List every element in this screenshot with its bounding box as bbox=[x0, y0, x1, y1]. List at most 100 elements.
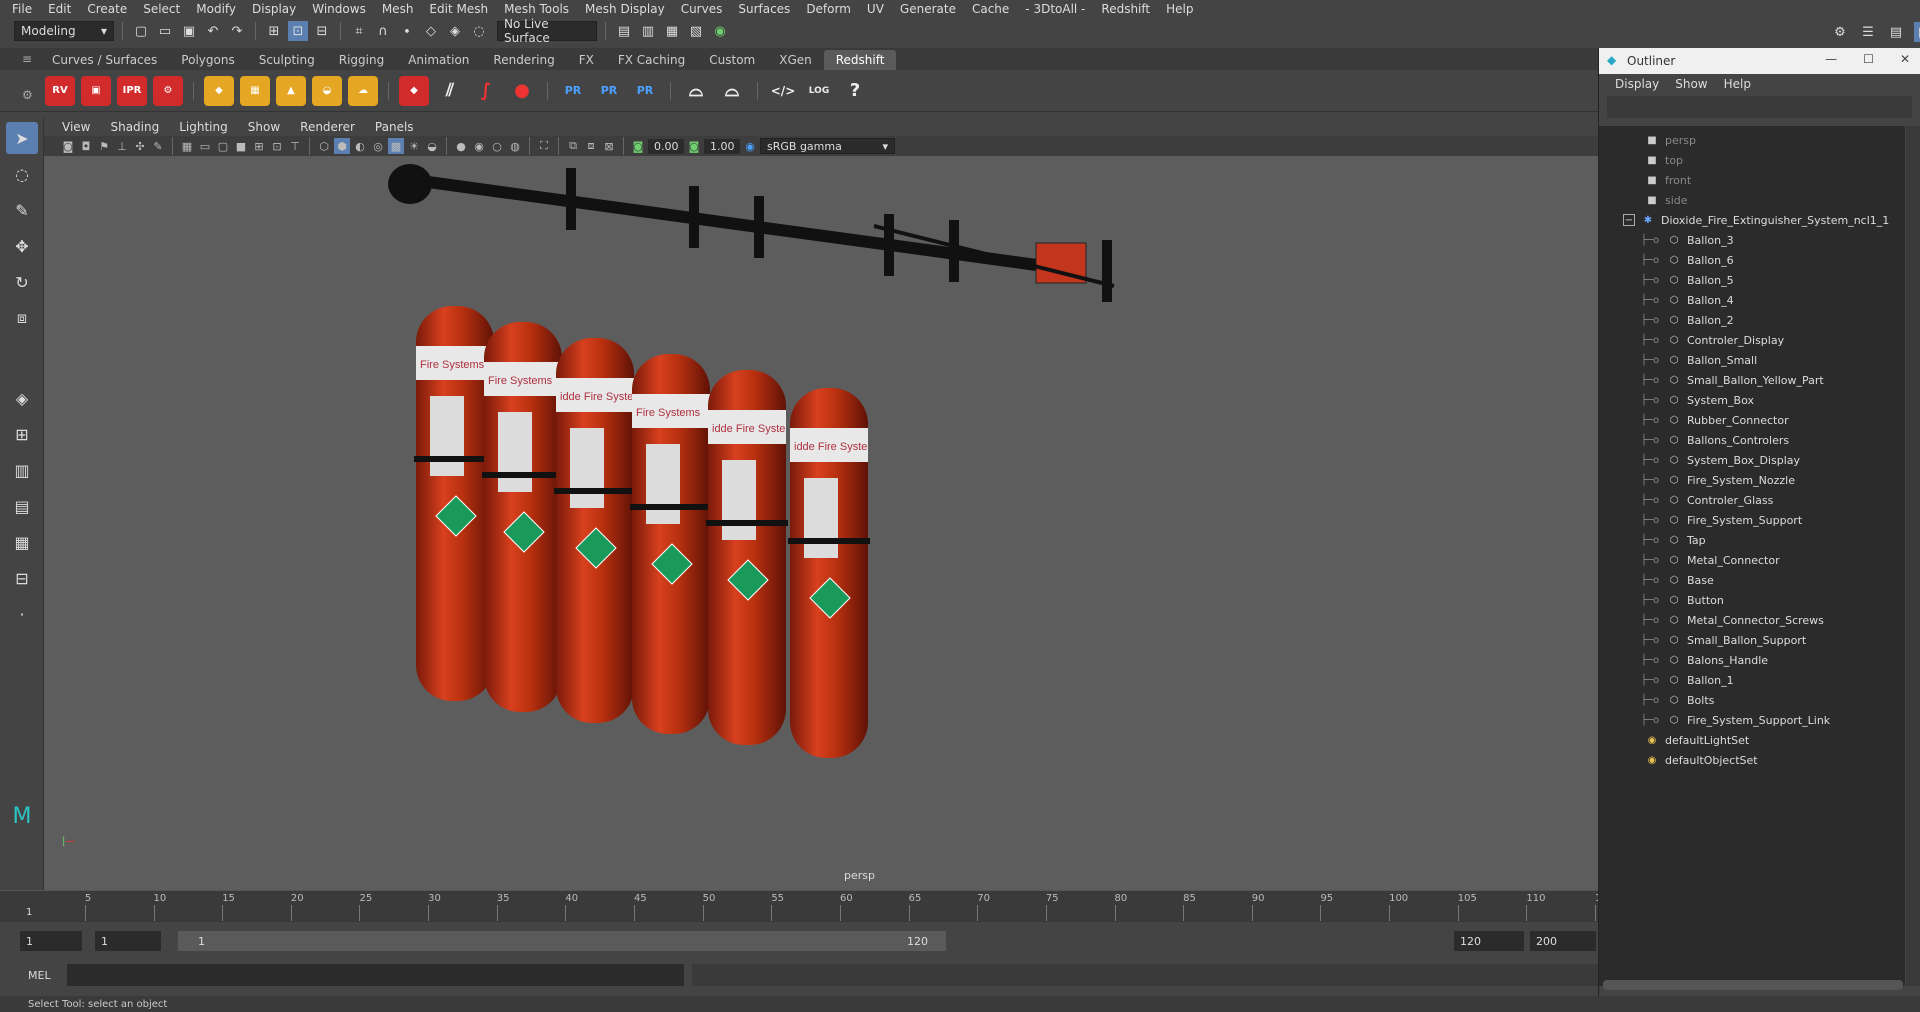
tool-settings-icon[interactable]: ▤ bbox=[1886, 22, 1906, 42]
render-settings-cube-icon[interactable]: ⚙ bbox=[153, 75, 183, 106]
snap-grid-icon[interactable]: ⌗ bbox=[349, 21, 369, 41]
outliner-row-mesh[interactable]: ├─o ⬡ Small_Ballon_Support bbox=[1639, 630, 1806, 650]
shelf-tab-fx-caching[interactable]: FX Caching bbox=[606, 50, 697, 70]
outliner-row-mesh[interactable]: ├─o ⬡ Fire_System_Nozzle bbox=[1639, 470, 1795, 490]
menu-windows[interactable]: Windows bbox=[304, 2, 374, 16]
wireframe-icon[interactable]: ⬡ bbox=[316, 138, 332, 154]
hypershade-icon[interactable]: ◉ bbox=[710, 21, 730, 41]
channel-box-icon[interactable]: ▦ bbox=[1914, 22, 1920, 42]
attribute-editor-icon[interactable]: ☰ bbox=[1858, 22, 1878, 42]
color-management-icon[interactable]: ◉ bbox=[742, 138, 758, 154]
field-chart-icon[interactable]: ⊞ bbox=[251, 138, 267, 154]
make-live-icon[interactable]: ◌ bbox=[469, 21, 489, 41]
modeling-toolkit-icon[interactable]: ⚙ bbox=[1830, 22, 1850, 42]
playback-start-field[interactable]: 1 bbox=[95, 931, 161, 951]
maximize-icon[interactable]: ☐ bbox=[1863, 52, 1874, 66]
grease-pencil-icon[interactable]: ✎ bbox=[150, 138, 166, 154]
script-language-label[interactable]: MEL bbox=[28, 969, 51, 982]
start-time-field[interactable]: 1 bbox=[20, 931, 82, 951]
menu-edit[interactable]: Edit bbox=[40, 2, 79, 16]
uv-layout-icon[interactable]: ⊟ bbox=[6, 562, 38, 594]
menu-cache[interactable]: Cache bbox=[964, 2, 1017, 16]
motion-blur-icon[interactable]: ◉ bbox=[471, 138, 487, 154]
outliner-vscroll[interactable] bbox=[1906, 126, 1920, 986]
shadows-icon[interactable]: ◒ bbox=[424, 138, 440, 154]
scale-tool-icon[interactable]: ⧈ bbox=[6, 302, 38, 334]
menu-file[interactable]: File bbox=[4, 2, 40, 16]
outliner-row-set[interactable]: ◉ defaultObjectSet bbox=[1645, 750, 1758, 770]
four-view-icon[interactable]: ⊞ bbox=[6, 418, 38, 450]
hair-icon[interactable]: ⫽ bbox=[435, 76, 465, 106]
live-surface-field[interactable]: No Live Surface bbox=[497, 17, 597, 45]
textured-icon[interactable]: ▩ bbox=[388, 138, 404, 154]
use-all-lights-icon[interactable]: ☀ bbox=[406, 138, 422, 154]
outliner-list[interactable]: ■ persp ■ top ■ front ■ side − ✱ Dioxide_Fire_Exti… bbox=[1599, 126, 1905, 986]
menu-create[interactable]: Create bbox=[79, 2, 135, 16]
outliner-menu-display[interactable]: Display bbox=[1607, 77, 1667, 91]
outliner-row-mesh[interactable]: ├─o ⬡ System_Box bbox=[1639, 390, 1754, 410]
menu-surfaces[interactable]: Surfaces bbox=[730, 2, 798, 16]
shelf-tab-fx[interactable]: FX bbox=[567, 50, 606, 70]
outliner-row-mesh[interactable]: ├─o ⬡ Bolts bbox=[1639, 690, 1714, 710]
outliner-row-mesh[interactable]: ├─o ⬡ Balons_Handle bbox=[1639, 650, 1768, 670]
outliner-row-mesh[interactable]: ├─o ⬡ Ballon_2 bbox=[1639, 310, 1734, 330]
minimize-icon[interactable]: — bbox=[1825, 52, 1837, 66]
save-scene-icon[interactable]: ▣ bbox=[179, 21, 199, 41]
outliner-menu-show[interactable]: Show bbox=[1667, 77, 1715, 91]
open-scene-icon[interactable]: ▭ bbox=[155, 21, 175, 41]
outliner-row-mesh[interactable]: ├─o ⬡ Controler_Display bbox=[1639, 330, 1784, 350]
hypershade-layout-icon[interactable]: ▦ bbox=[6, 526, 38, 558]
outliner-row-mesh[interactable]: ├─o ⬡ Ballon_6 bbox=[1639, 250, 1734, 270]
bowl-alt-icon[interactable]: ⌓ bbox=[717, 76, 747, 106]
outliner-row-mesh[interactable]: ├─o ⬡ System_Box_Display bbox=[1639, 450, 1800, 470]
time-slider[interactable]: 5 10 15 20 25 30 35 40 45 50 55 60 65 70 75 80 85 90 95 100… bbox=[0, 890, 1614, 922]
help-icon[interactable]: ? bbox=[840, 76, 870, 106]
outliner-row-mesh[interactable]: ├─o ⬡ Ballon_1 bbox=[1639, 670, 1734, 690]
outliner-row-mesh[interactable]: ├─o ⬡ Metal_Connector bbox=[1639, 550, 1780, 570]
pr-convert-icon[interactable]: PR bbox=[630, 76, 660, 106]
outliner-row-mesh[interactable]: ├─o ⬡ Controler_Glass bbox=[1639, 490, 1773, 510]
image-plane-icon[interactable]: ⊥ bbox=[114, 138, 130, 154]
isolate-select-icon[interactable]: ⛶ bbox=[536, 138, 552, 154]
film-gate-icon[interactable]: ▭ bbox=[197, 138, 213, 154]
outliner-hscroll[interactable] bbox=[1603, 980, 1903, 990]
area-light-icon[interactable]: ◆ bbox=[204, 75, 234, 106]
new-scene-icon[interactable]: ▢ bbox=[131, 21, 151, 41]
menu-mesh[interactable]: Mesh bbox=[374, 2, 422, 16]
xray-icon[interactable]: ⧉ bbox=[565, 138, 581, 154]
select-tool-icon[interactable]: ➤ bbox=[6, 122, 38, 154]
outliner-filter[interactable] bbox=[1607, 96, 1912, 118]
depth-of-field-icon[interactable]: ◍ bbox=[507, 138, 523, 154]
menu-help[interactable]: Help bbox=[1158, 2, 1201, 16]
playback-end-field[interactable]: 120 bbox=[1454, 931, 1524, 951]
menu-curves[interactable]: Curves bbox=[673, 2, 731, 16]
menu-deform[interactable]: Deform bbox=[798, 2, 859, 16]
material-sphere-icon[interactable]: ● bbox=[507, 76, 537, 106]
close-icon[interactable]: ✕ bbox=[1900, 52, 1910, 66]
outliner-row-mesh[interactable]: ├─o ⬡ Rubber_Connector bbox=[1639, 410, 1789, 430]
wireframe-on-shaded-icon[interactable]: ◎ bbox=[370, 138, 386, 154]
menu-3dtoall[interactable]: - 3DtoAll - bbox=[1017, 2, 1093, 16]
outliner-row-mesh[interactable]: ├─o ⬡ Base bbox=[1639, 570, 1714, 590]
lasso-tool-icon[interactable]: ◌ bbox=[6, 158, 38, 190]
camera-attr-icon[interactable]: ◘ bbox=[78, 138, 94, 154]
ipr-render-icon[interactable]: IPR bbox=[117, 75, 147, 106]
panel-menu-shading[interactable]: Shading bbox=[100, 120, 169, 134]
panel-menu-panels[interactable]: Panels bbox=[365, 120, 424, 134]
select-hierarchy-icon[interactable]: ⊞ bbox=[264, 21, 284, 41]
shelf-tab-custom[interactable]: Custom bbox=[697, 50, 767, 70]
render-cube-icon[interactable]: ▣ bbox=[81, 75, 111, 106]
outliner-row-mesh[interactable]: ├─o ⬡ Ballon_5 bbox=[1639, 270, 1734, 290]
single-view-icon[interactable]: ◈ bbox=[6, 382, 38, 414]
gate-mask-icon[interactable]: ■ bbox=[233, 138, 249, 154]
menu-uv[interactable]: UV bbox=[859, 2, 892, 16]
menu-modify[interactable]: Modify bbox=[188, 2, 244, 16]
panel-menu-view[interactable]: View bbox=[52, 120, 100, 134]
curve-shader-icon[interactable]: ∫ bbox=[471, 76, 501, 106]
2d-pan-icon[interactable]: ✣ bbox=[132, 138, 148, 154]
multisample-aa-icon[interactable]: ○ bbox=[489, 138, 505, 154]
mel-input[interactable] bbox=[66, 964, 684, 986]
shelf-settings-icon[interactable]: ⚙ bbox=[22, 88, 33, 102]
outliner-row-mesh[interactable]: ├─o ⬡ Ballons_Controlers bbox=[1639, 430, 1789, 450]
outliner-row-mesh[interactable]: ├─o ⬡ Small_Ballon_Yellow_Part bbox=[1639, 370, 1824, 390]
